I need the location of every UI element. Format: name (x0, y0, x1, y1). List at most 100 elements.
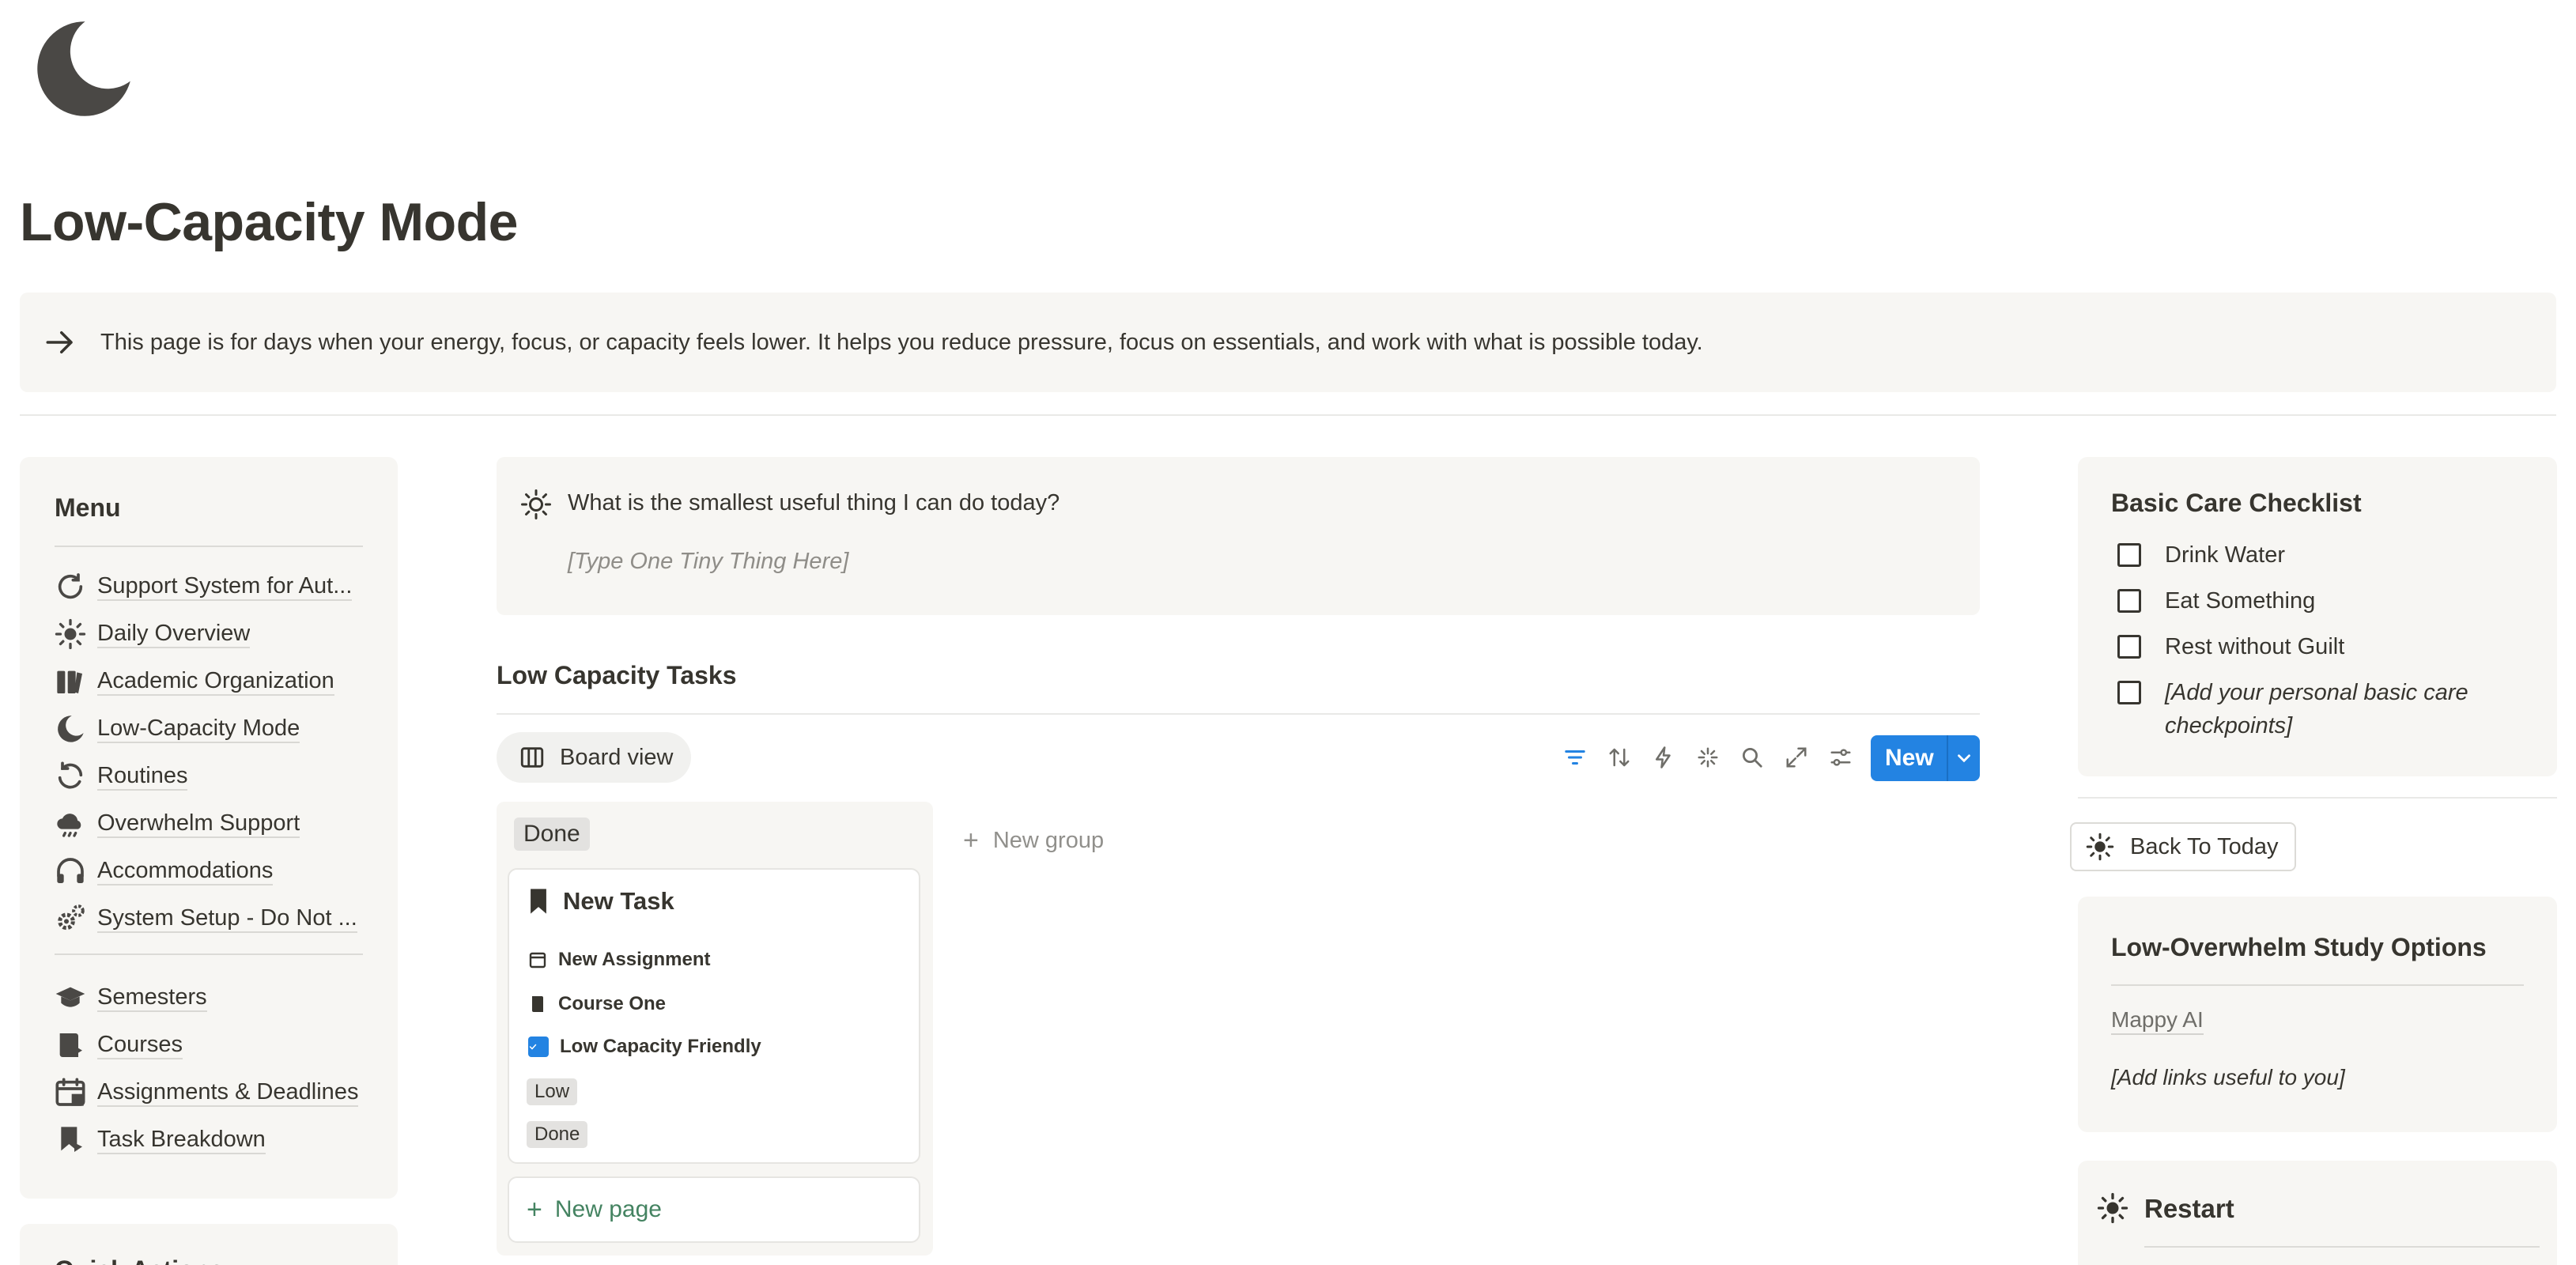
menu-item-academic-organization[interactable]: Academic Organization (55, 658, 363, 705)
filter-button[interactable] (1553, 735, 1597, 780)
menu-title: Menu (55, 493, 121, 522)
board-view-tab[interactable]: Board view (497, 732, 691, 783)
menu-item-label[interactable]: Assignments & Deadlines (97, 1078, 359, 1107)
column-status-badge[interactable]: Done (514, 818, 590, 851)
menu-item-semesters[interactable]: Semesters (55, 974, 363, 1021)
new-page-button[interactable]: + New page (508, 1176, 920, 1243)
settings-button[interactable] (1819, 735, 1863, 780)
menu-item-label[interactable]: Overwhelm Support (97, 810, 300, 838)
expand-icon (1786, 747, 1807, 768)
bookmark-icon (61, 1127, 82, 1152)
tiny-thing-input[interactable]: [Type One Tiny Thing Here] (568, 549, 848, 575)
checkbox[interactable] (2117, 635, 2141, 659)
new-group-button[interactable]: + New group (963, 825, 1104, 856)
filter-icon (1565, 750, 1585, 765)
new-button[interactable]: New (1871, 735, 1980, 781)
checkbox[interactable] (2117, 589, 2141, 613)
checklist-item[interactable]: [Add your personal basic care checkpoint… (2111, 679, 2524, 742)
search-icon (1743, 748, 1762, 768)
ai-button[interactable] (1686, 735, 1730, 780)
menu-item-label[interactable]: Semesters (97, 984, 207, 1012)
headphones-icon (57, 858, 84, 883)
repeat-icon (58, 761, 83, 789)
board-column-done: Done New Task New Assignment Course One … (497, 802, 933, 1256)
menu-item-assignments-deadlines[interactable]: Assignments & Deadlines (55, 1069, 363, 1116)
back-to-today-button[interactable]: Back To Today (2070, 822, 2296, 871)
low-capacity-checkbox[interactable] (528, 1037, 549, 1057)
menu-item-label[interactable]: Routines (97, 762, 188, 791)
checkbox-label: Low Capacity Friendly (560, 1036, 761, 1057)
checklist-item[interactable]: Drink Water (2111, 542, 2524, 572)
study-options-card: Low-Overwhelm Study Options Mappy AI [Ad… (2078, 897, 2557, 1132)
task-card[interactable]: New Task New Assignment Course One Low C… (508, 868, 920, 1164)
card-checkbox-property: Low Capacity Friendly (528, 1036, 761, 1058)
checklist-item[interactable]: Eat Something (2111, 587, 2524, 617)
checklist-label: [Add your personal basic care checkpoint… (2165, 680, 2468, 738)
menu-item-label[interactable]: Daily Overview (97, 620, 251, 648)
prompt-callout: What is the smallest useful thing I can … (497, 457, 1980, 615)
quick-actions-title: Quick Actions (55, 1256, 224, 1265)
study-divider (2111, 984, 2524, 986)
database-title[interactable]: Low Capacity Tasks (497, 661, 737, 690)
menu-item-label[interactable]: Academic Organization (97, 667, 334, 696)
refresh-icon (58, 573, 83, 599)
card-course-property: Course One (528, 993, 666, 1015)
sort-button[interactable] (1597, 735, 1641, 780)
database-divider (497, 713, 1980, 715)
checklist-item[interactable]: Rest without Guilt (2111, 633, 2524, 663)
menu-item-routines[interactable]: Routines (55, 753, 363, 800)
menu-item-courses[interactable]: Courses (55, 1021, 363, 1069)
mappy-ai-link[interactable]: Mappy AI (2111, 1006, 2204, 1035)
menu-item-overwhelm-support[interactable]: Overwhelm Support (55, 800, 363, 848)
sun-icon (2097, 1192, 2128, 1224)
card-title-row: New Task (527, 887, 674, 916)
menu-item-accommodations[interactable]: Accommodations (55, 848, 363, 895)
menu-item-low-capacity-mode[interactable]: Low-Capacity Mode (55, 705, 363, 753)
expand-button[interactable] (1774, 735, 1819, 780)
sparkle-icon (1698, 747, 1718, 768)
calendar-icon (529, 952, 546, 969)
menu-item-label[interactable]: System Setup - Do Not ... (97, 904, 357, 933)
board-view-label: Board view (560, 744, 674, 770)
card-course: Course One (558, 993, 667, 1014)
restart-title: Restart (2144, 1194, 2234, 1223)
chevron-down-icon[interactable] (1948, 748, 1980, 768)
gears-icon (58, 904, 85, 931)
board-view-icon (520, 747, 544, 768)
menu-item-label[interactable]: Courses (97, 1031, 183, 1059)
checklist-label: Eat Something (2165, 588, 2316, 614)
search-button[interactable] (1730, 735, 1774, 780)
divider (20, 414, 2556, 416)
checkbox[interactable] (2117, 543, 2141, 567)
study-placeholder[interactable]: [Add links useful to you] (2111, 1065, 2524, 1090)
new-button-label[interactable]: New (1871, 745, 1947, 772)
intro-callout: This page is for days when your energy, … (20, 293, 2556, 392)
arrow-right-icon (43, 326, 77, 359)
quick-actions-card: Quick Actions (20, 1224, 398, 1265)
menu-divider (55, 546, 363, 547)
menu-item-support-system[interactable]: Support System for Aut... (55, 563, 363, 610)
menu-card: Menu Support System for Aut... Daily Ove… (20, 457, 398, 1199)
menu-item-label[interactable]: Low-Capacity Mode (97, 715, 300, 743)
menu-item-system-setup[interactable]: System Setup - Do Not ... (55, 895, 363, 942)
checklist-label: Rest without Guilt (2165, 634, 2345, 659)
page-moon-icon[interactable] (32, 17, 134, 120)
calendar-icon (55, 1078, 85, 1106)
menu-item-daily-overview[interactable]: Daily Overview (55, 610, 363, 658)
checkbox[interactable] (2117, 681, 2141, 704)
menu-item-task-breakdown[interactable]: Task Breakdown (55, 1116, 363, 1164)
database-toolbar (1553, 735, 1863, 780)
automation-button[interactable] (1641, 735, 1686, 780)
graduation-cap-icon (55, 987, 85, 1007)
new-page-label: New page (554, 1196, 662, 1222)
menu-item-label[interactable]: Support System for Aut... (97, 572, 353, 601)
plus-icon: + (963, 825, 979, 855)
page-title: Low-Capacity Mode (20, 192, 519, 252)
automation-icon (1656, 746, 1671, 768)
card-assignment-property: New Assignment (528, 949, 710, 971)
settings-sliders-icon (1830, 749, 1851, 766)
sun-icon (55, 618, 86, 650)
sort-icon (1609, 748, 1630, 767)
menu-item-label[interactable]: Task Breakdown (97, 1126, 266, 1154)
menu-item-label[interactable]: Accommodations (97, 857, 274, 886)
